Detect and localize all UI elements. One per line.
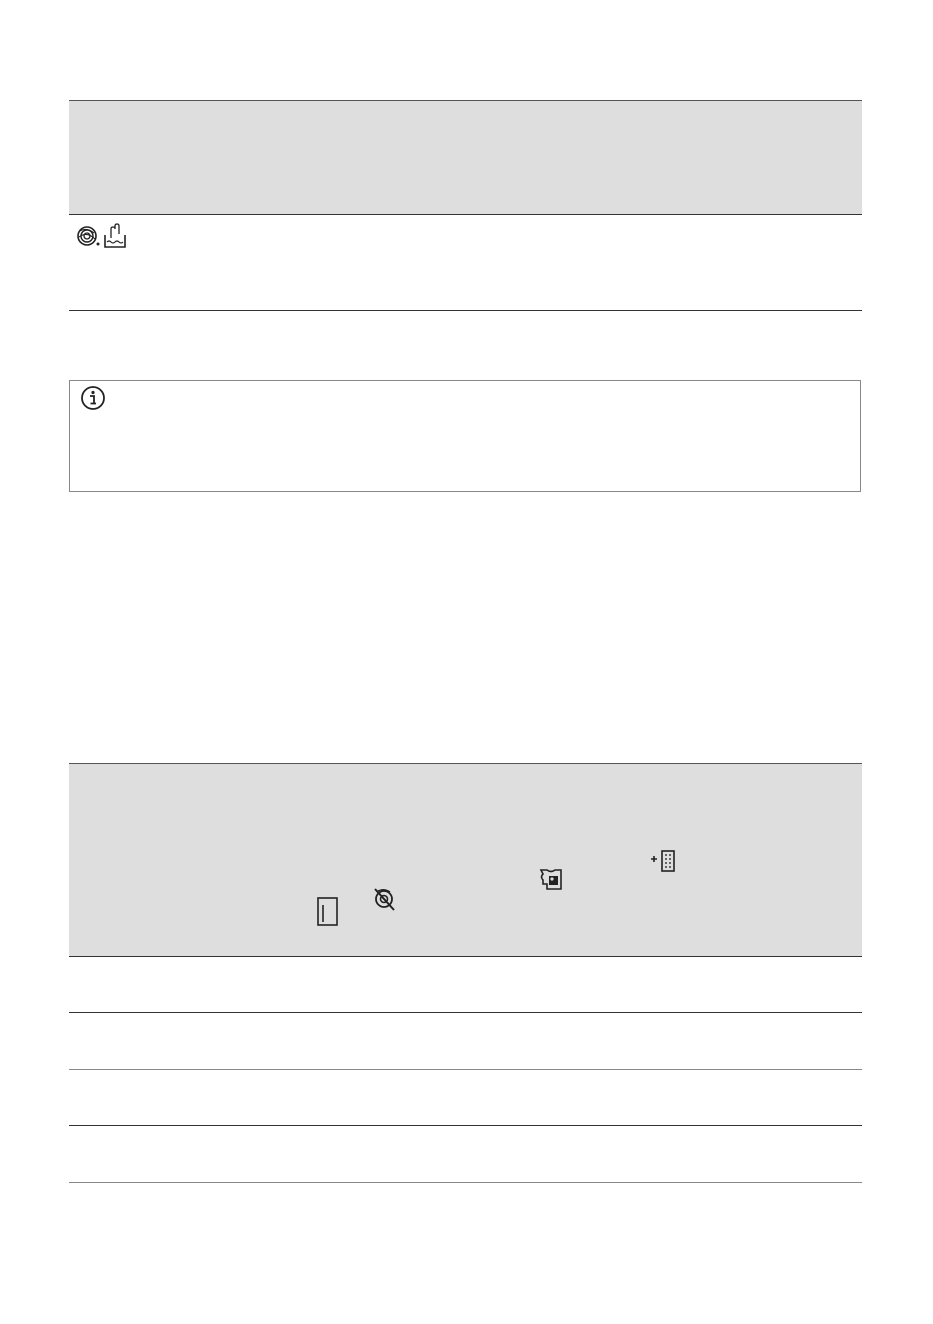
info-note-box <box>69 380 861 492</box>
table-2-header <box>69 763 862 957</box>
no-spin-icon <box>369 885 399 913</box>
table-2-row-divider <box>69 1125 862 1126</box>
table-1-header-divider <box>69 214 862 215</box>
info-icon <box>80 385 106 411</box>
extra-rinse-icon <box>650 849 678 873</box>
wool-icon <box>76 225 100 247</box>
table-1-bottom-rule <box>69 310 862 311</box>
table-2-row-divider <box>69 1012 862 1013</box>
table-2-row-divider <box>69 1069 862 1070</box>
door-icon <box>316 896 340 928</box>
table-2-bottom-rule <box>69 1182 862 1183</box>
table-1-header <box>69 100 862 215</box>
table-2-header-divider <box>69 956 862 957</box>
hand-wash-icon <box>102 223 128 249</box>
stain-icon <box>537 867 565 893</box>
table-1-row-icons <box>76 222 136 250</box>
